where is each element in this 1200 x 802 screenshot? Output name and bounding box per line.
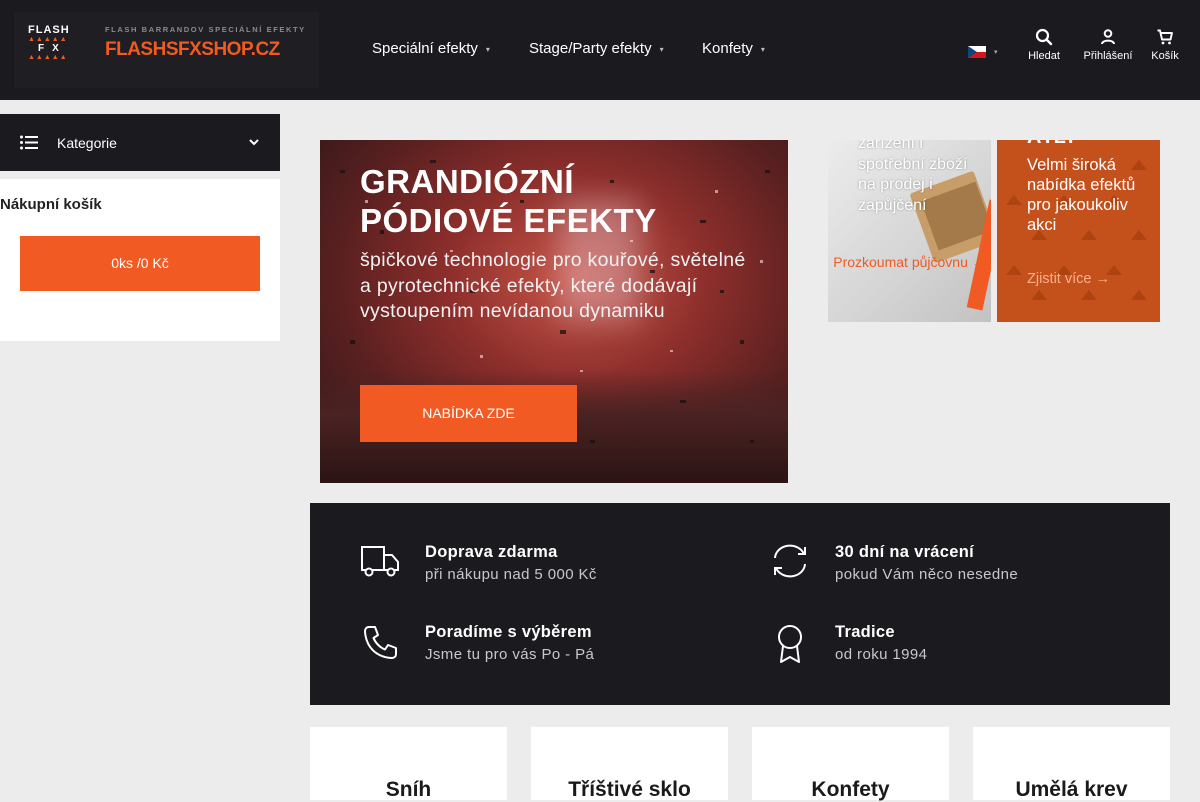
search-icon [1035,28,1053,46]
promo-effects-text: Velmi široká nabídka efektů pro jakoukol… [1027,156,1136,234]
search-label: Hledat [1028,50,1060,62]
categories-label: Kategorie [57,135,117,151]
cart-summary-button[interactable]: 0ks /0 Kč [20,236,260,291]
promo-effects-link[interactable]: Zjistit více → [1027,271,1110,287]
logo-mark: FLASH ▲▲▲▲▲ FX ▲▲▲▲▲ [28,24,70,61]
category-title: Konfety [811,778,890,801]
chevron-down-icon: ▾ [485,44,490,54]
category-title: Sníh [385,778,432,801]
award-icon [778,625,802,663]
cart-title: Nákupní košík [0,196,102,213]
hero-cta-button[interactable]: NABÍDKA ZDE [360,385,577,442]
cart-label: Košík [1151,50,1179,62]
benefit-title: Poradíme s výběrem [425,623,592,641]
logo[interactable]: FLASH ▲▲▲▲▲ FX ▲▲▲▲▲ FLASH BARRANDOV SPE… [14,12,319,88]
user-icon [1101,29,1115,45]
logo-tagline: FLASH BARRANDOV SPECIÁLNÍ EFEKTY [105,25,306,34]
benefit-subtitle: od roku 1994 [835,646,928,663]
category-title: Umělá krev [1015,778,1128,801]
hero-title: GRANDIÓZNÍ PÓDIOVÉ EFEKTY [360,163,657,239]
cart-widget: Nákupní košík 0ks /0 Kč [0,179,280,341]
benefit-subtitle: Jsme tu pro vás Po - Pá [425,646,595,663]
promo-effects-heading: ÁTLY [1027,140,1077,149]
benefits-bar: Doprava zdarma při nákupu nad 5 000 Kč 3… [310,503,1170,705]
benefit-tradition: Tradice od roku 1994 [770,623,1150,667]
cart-button[interactable]: Košík [1135,28,1195,62]
truck-icon [361,546,399,577]
nav-label: Stage/Party efekty [529,40,652,57]
benefit-shipping: Doprava zdarma při nákupu nad 5 000 Kč [360,543,740,587]
chevron-down-icon [249,139,259,146]
nav-label: Speciální efekty [372,40,478,57]
language-switcher[interactable]: ▾ [968,43,998,61]
return-icon [774,544,806,578]
cart-icon [1157,29,1173,45]
nav-label: Konfety [702,40,753,57]
promo-rental[interactable]: zařízení i spotřební zboží na prodej i z… [828,140,991,322]
category-card-tristive-sklo[interactable]: Tříštivé sklo [531,727,728,801]
benefit-subtitle: při nákupu nad 5 000 Kč [425,566,597,583]
nav-item-stage-party[interactable]: Stage/Party efekty ▾ [529,40,664,57]
list-icon [20,135,38,150]
promo-rental-text: zařízení i spotřební zboží na prodej i z… [858,140,968,214]
promo-effects[interactable]: ÁTLY Velmi široká nabídka efektů pro jak… [997,140,1160,322]
hero-text: špičkové technologie pro kouřové, světel… [360,249,746,322]
phone-icon [364,626,397,659]
category-card-umela-krev[interactable]: Umělá krev [973,727,1170,801]
category-card-snih[interactable]: Sníh [310,727,507,801]
chevron-down-icon: ▾ [760,44,765,54]
site-header: FLASH ▲▲▲▲▲ FX ▲▲▲▲▲ FLASH BARRANDOV SPE… [0,0,1200,100]
chevron-down-icon: ▾ [659,44,664,54]
benefit-title: Tradice [835,623,895,641]
nav-item-specialni-efekty[interactable]: Speciální efekty ▾ [372,40,490,57]
benefit-subtitle: pokud Vám něco nesedne [835,566,1019,583]
benefit-advice: Poradíme s výběrem Jsme tu pro vás Po - … [360,623,740,667]
chevron-down-icon: ▾ [994,48,998,56]
benefit-title: 30 dní na vrácení [835,543,974,561]
login-label: Přihlášení [1083,50,1133,62]
benefit-returns: 30 dní na vrácení pokud Vám něco nesedne [770,543,1150,587]
categories-toggle[interactable]: Kategorie [0,114,280,171]
promo-rental-link[interactable]: Prozkoumat půjčovnu → [828,253,991,272]
search-button[interactable]: Hledat [1014,28,1074,62]
nav-item-konfety[interactable]: Konfety ▾ [702,40,765,57]
login-button[interactable]: Přihlášení [1078,28,1138,62]
logo-name: FLASHSFXSHOP.CZ [105,39,280,60]
hero-banner: GRANDIÓZNÍ PÓDIOVÉ EFEKTY špičkové techno… [320,140,788,483]
czech-flag-icon [968,45,986,58]
benefit-title: Doprava zdarma [425,543,558,561]
category-card-konfety[interactable]: Konfety [752,727,949,801]
category-title: Tříštivé sklo [568,778,691,801]
